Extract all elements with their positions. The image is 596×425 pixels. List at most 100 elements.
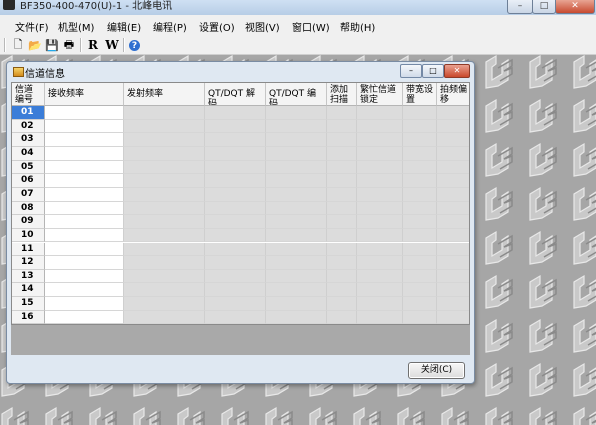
table-cell[interactable] — [403, 269, 437, 284]
table-cell[interactable] — [45, 174, 124, 188]
table-cell[interactable] — [266, 146, 327, 161]
table-cell[interactable] — [357, 174, 403, 188]
table-cell[interactable] — [205, 201, 266, 216]
table-cell[interactable] — [357, 297, 403, 311]
column-header-bandwidth[interactable]: 带宽设置 — [403, 83, 437, 106]
table-cell[interactable] — [403, 146, 437, 161]
table-cell[interactable] — [403, 256, 437, 270]
write-button[interactable]: W — [105, 38, 119, 52]
menu-file[interactable]: 文件(F) — [15, 19, 49, 34]
new-icon[interactable]: 🗋 — [11, 38, 25, 52]
table-cell[interactable] — [403, 215, 437, 229]
app-title-bar[interactable]: BF350-400-470(U)-1 - 北峰电讯 – □ ✕ — [0, 0, 596, 15]
table-cell[interactable] — [266, 228, 327, 243]
close-button[interactable]: ✕ — [555, 0, 595, 14]
table-cell[interactable] — [437, 146, 469, 161]
table-cell[interactable] — [357, 228, 403, 243]
child-close-button[interactable]: ✕ — [444, 64, 470, 78]
table-cell[interactable] — [205, 160, 266, 175]
menu-window[interactable]: 窗口(W) — [292, 19, 330, 34]
table-cell[interactable] — [205, 146, 266, 161]
table-cell[interactable] — [124, 133, 205, 147]
minimize-button[interactable]: – — [507, 0, 533, 14]
table-cell[interactable] — [327, 228, 357, 243]
table-cell[interactable] — [205, 297, 266, 311]
table-cell[interactable] — [327, 256, 357, 270]
table-cell[interactable] — [327, 174, 357, 188]
table-cell[interactable] — [327, 283, 357, 298]
column-header-beat-shift[interactable]: 拍频偏移 — [437, 83, 469, 106]
menu-view[interactable]: 视图(V) — [245, 19, 280, 34]
table-cell[interactable] — [437, 215, 469, 229]
table-cell[interactable] — [437, 310, 469, 324]
table-cell[interactable] — [403, 174, 437, 188]
table-cell[interactable] — [45, 283, 124, 298]
maximize-button[interactable]: □ — [532, 0, 556, 14]
table-cell[interactable] — [266, 242, 327, 257]
row-header-channel[interactable]: 11 — [12, 242, 45, 257]
table-cell[interactable] — [357, 283, 403, 298]
menu-program[interactable]: 编程(P) — [153, 19, 187, 34]
table-cell[interactable] — [437, 187, 469, 202]
table-cell[interactable] — [403, 297, 437, 311]
row-header-channel[interactable]: 05 — [12, 160, 45, 175]
print-icon[interactable]: 🖶 — [62, 38, 76, 52]
table-cell[interactable] — [327, 242, 357, 257]
row-header-channel[interactable]: 06 — [12, 174, 45, 188]
table-cell[interactable] — [266, 133, 327, 147]
table-cell[interactable] — [437, 174, 469, 188]
table-cell[interactable] — [45, 119, 124, 134]
table-cell[interactable] — [327, 215, 357, 229]
table-cell[interactable] — [45, 160, 124, 175]
column-header-qt-decode[interactable]: QT/DQT 解码 — [205, 83, 266, 106]
table-cell[interactable] — [266, 283, 327, 298]
save-icon[interactable]: 💾 — [45, 38, 59, 52]
table-cell[interactable] — [45, 201, 124, 216]
table-cell[interactable] — [124, 269, 205, 284]
table-cell[interactable] — [357, 310, 403, 324]
table-cell[interactable] — [45, 187, 124, 202]
menu-edit[interactable]: 编辑(E) — [107, 19, 141, 34]
table-cell[interactable] — [45, 297, 124, 311]
table-cell[interactable] — [124, 201, 205, 216]
row-header-channel[interactable]: 16 — [12, 310, 45, 324]
table-cell[interactable] — [437, 106, 469, 120]
table-cell[interactable] — [327, 297, 357, 311]
row-header-channel[interactable]: 03 — [12, 133, 45, 147]
table-cell[interactable] — [45, 106, 124, 120]
table-cell[interactable] — [437, 256, 469, 270]
help-icon[interactable]: ? — [129, 40, 140, 51]
channel-table[interactable]: 信道编号 接收频率 发射频率 QT/DQT 解码 QT/DQT 编码 添加扫描 … — [11, 82, 470, 325]
menu-settings[interactable]: 设置(O) — [199, 19, 235, 34]
table-cell[interactable] — [327, 160, 357, 175]
table-cell[interactable] — [357, 133, 403, 147]
row-header-channel[interactable]: 14 — [12, 283, 45, 298]
table-cell[interactable] — [403, 106, 437, 120]
table-cell[interactable] — [357, 119, 403, 134]
table-cell[interactable] — [124, 283, 205, 298]
table-cell[interactable] — [266, 269, 327, 284]
column-header-tx-freq[interactable]: 发射频率 — [124, 83, 205, 106]
table-cell[interactable] — [205, 215, 266, 229]
row-header-channel[interactable]: 12 — [12, 256, 45, 270]
table-cell[interactable] — [327, 146, 357, 161]
table-cell[interactable] — [205, 269, 266, 284]
row-header-channel[interactable]: 02 — [12, 119, 45, 134]
table-cell[interactable] — [403, 187, 437, 202]
table-cell[interactable] — [357, 160, 403, 175]
close-dialog-button[interactable]: 关闭(C) — [408, 362, 465, 379]
read-button[interactable]: R — [86, 38, 100, 52]
table-cell[interactable] — [205, 228, 266, 243]
table-cell[interactable] — [266, 256, 327, 270]
table-cell[interactable] — [124, 242, 205, 257]
table-cell[interactable] — [45, 269, 124, 284]
table-cell[interactable] — [124, 256, 205, 270]
table-cell[interactable] — [437, 160, 469, 175]
table-cell[interactable] — [327, 106, 357, 120]
table-cell[interactable] — [266, 297, 327, 311]
table-cell[interactable] — [437, 201, 469, 216]
column-header-add-scan[interactable]: 添加扫描 — [327, 83, 357, 106]
table-cell[interactable] — [266, 187, 327, 202]
table-cell[interactable] — [357, 215, 403, 229]
table-cell[interactable] — [45, 256, 124, 270]
